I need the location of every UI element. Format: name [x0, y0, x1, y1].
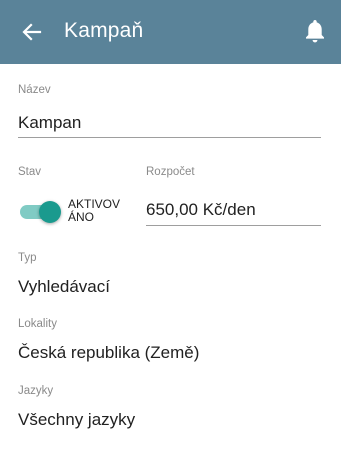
- type-label: Typ: [18, 252, 37, 264]
- toggle-thumb: [39, 201, 61, 223]
- name-label: Název: [18, 84, 51, 96]
- bell-icon[interactable]: [302, 17, 328, 45]
- back-arrow-icon[interactable]: [18, 18, 46, 46]
- toggle-status-text-line2: ÁNO: [68, 210, 95, 224]
- status-label: Stav: [18, 166, 42, 178]
- campaign-name-field[interactable]: [18, 108, 321, 138]
- languages-label: Jazyky: [18, 385, 54, 397]
- app-bar: Kampaň: [0, 0, 341, 64]
- status-toggle[interactable]: [18, 198, 64, 224]
- page-title: Kampaň: [64, 19, 144, 42]
- budget-label: Rozpočet: [146, 166, 195, 178]
- languages-value[interactable]: Všechny jazyky: [18, 410, 135, 430]
- budget-field[interactable]: [146, 194, 321, 226]
- locations-label: Lokality: [18, 318, 57, 330]
- locations-value[interactable]: Česká republika (Země): [18, 343, 199, 363]
- type-value[interactable]: Vyhledávací: [18, 277, 110, 297]
